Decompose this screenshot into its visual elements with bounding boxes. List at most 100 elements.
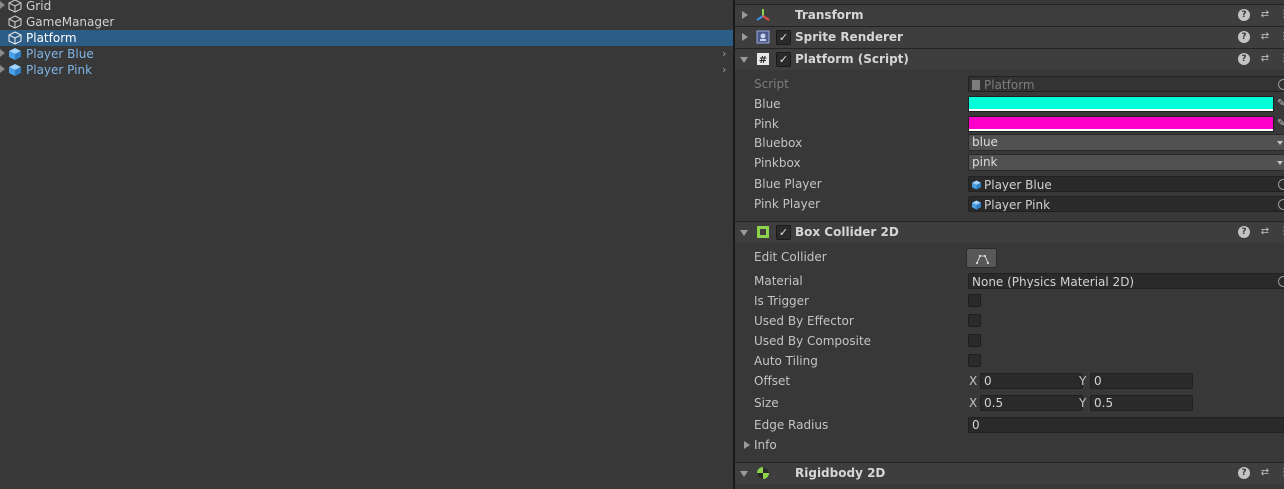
foldout-icon[interactable] [742, 33, 748, 41]
sprite-renderer-icon [756, 30, 770, 44]
component-title: Platform (Script) [795, 52, 909, 66]
svg-text:#: # [759, 55, 767, 66]
size-x-label[interactable]: X [969, 393, 977, 413]
used-by-composite-checkbox[interactable] [968, 334, 981, 347]
edit-collider-icon [976, 255, 989, 264]
component-title: Transform [795, 8, 864, 22]
dropdown-value: pink [972, 155, 998, 169]
hierarchy-item-label: Grid [26, 0, 52, 13]
size-y-field[interactable]: 0.5 [1090, 395, 1193, 411]
alpha-bar [969, 129, 1273, 131]
foldout-icon[interactable] [740, 57, 748, 63]
gameobject-cube-icon [8, 0, 22, 13]
chevron-right-icon[interactable]: › [722, 48, 732, 60]
used-by-effector-checkbox[interactable] [968, 314, 981, 327]
material-object-field[interactable]: None (Physics Material 2D) [968, 273, 1284, 289]
foldout-icon[interactable] [740, 471, 748, 477]
blue-color-field[interactable] [968, 96, 1274, 112]
is-trigger-checkbox[interactable] [968, 294, 981, 307]
hierarchy-item-label: Player Pink [26, 63, 93, 77]
foldout-icon[interactable] [0, 1, 5, 9]
prop-label: Blue [754, 97, 781, 111]
offset-y-label[interactable]: Y [1079, 371, 1086, 391]
help-icon[interactable]: ? [1238, 467, 1250, 479]
prop-label: Used By Composite [754, 334, 872, 348]
preset-icon[interactable]: ⇄ [1259, 53, 1271, 65]
gameobject-cube-icon [8, 31, 22, 45]
dropdown-arrow-icon [1277, 141, 1283, 145]
foldout-icon[interactable] [0, 49, 5, 57]
hierarchy-item-grid[interactable]: Grid [0, 0, 733, 14]
edge-radius-field[interactable]: 0 [968, 417, 1284, 433]
preset-icon[interactable]: ⇄ [1259, 467, 1271, 479]
object-picker-icon[interactable] [1278, 199, 1284, 210]
hierarchy-item-label: Platform [26, 31, 77, 45]
hierarchy-panel: Grid GameManager Platform Player Blue › … [0, 0, 733, 489]
context-menu-icon[interactable]: ⋮ [1278, 31, 1284, 43]
platform-script-header[interactable]: # ✓ Platform (Script) ? ⇄ ⋮ [735, 48, 1284, 70]
preset-icon[interactable]: ⇄ [1259, 226, 1271, 238]
foldout-icon[interactable] [742, 11, 748, 19]
edit-collider-button[interactable] [966, 248, 997, 268]
bluebox-dropdown[interactable]: blue [968, 134, 1284, 151]
prop-label: Auto Tiling [754, 354, 818, 368]
pink-color-field[interactable] [968, 116, 1274, 132]
offset-x-label[interactable]: X [969, 371, 977, 391]
help-icon[interactable]: ? [1238, 226, 1250, 238]
field-value: Player Pink [984, 198, 1051, 212]
hierarchy-item-label: Player Blue [26, 47, 94, 61]
prop-offset: Offset X 0 Y 0 [735, 371, 1284, 391]
foldout-icon[interactable] [744, 441, 750, 449]
offset-x-field[interactable]: 0 [980, 373, 1083, 389]
pink-player-object-field[interactable]: Player Pink [968, 196, 1284, 212]
component-enabled-checkbox[interactable]: ✓ [776, 30, 791, 45]
context-menu-icon[interactable]: ⋮ [1278, 226, 1284, 238]
blue-player-object-field[interactable]: Player Blue [968, 176, 1284, 192]
foldout-icon[interactable] [740, 230, 748, 236]
offset-y-field[interactable]: 0 [1090, 373, 1193, 389]
object-picker-icon[interactable] [1278, 179, 1284, 190]
script-hash-icon: # [757, 53, 769, 66]
size-y-label[interactable]: Y [1079, 393, 1086, 413]
prop-label: Used By Effector [754, 314, 854, 328]
auto-tiling-checkbox[interactable] [968, 354, 981, 367]
transform-header[interactable]: Transform ? ⇄ ⋮ [735, 4, 1284, 26]
prop-edge-radius: Edge Radius 0 [735, 415, 1284, 435]
context-menu-icon[interactable]: ⋮ [1278, 53, 1284, 65]
prop-is-trigger: Is Trigger [735, 291, 1284, 311]
hierarchy-item-platform[interactable]: Platform [0, 30, 733, 46]
component-enabled-checkbox[interactable]: ✓ [776, 52, 791, 67]
hierarchy-item-player-pink[interactable]: Player Pink › [0, 62, 733, 78]
help-icon[interactable]: ? [1238, 53, 1250, 65]
foldout-icon[interactable] [0, 65, 5, 73]
eyedropper-icon[interactable]: ✎ [1277, 98, 1284, 109]
preset-icon[interactable]: ⇄ [1259, 31, 1271, 43]
help-icon[interactable]: ? [1238, 31, 1250, 43]
prop-auto-tiling: Auto Tiling [735, 351, 1284, 371]
rigidbody-header[interactable]: Rigidbody 2D ? ⇄ ⋮ [735, 462, 1284, 484]
prop-blue-player: Blue Player Player Blue [735, 174, 1284, 194]
hierarchy-item-gamemanager[interactable]: GameManager [0, 14, 733, 30]
prop-label: Size [754, 396, 779, 410]
box-collider-header[interactable]: ✓ Box Collider 2D ? ⇄ ⋮ [735, 221, 1284, 243]
prop-label: Blue Player [754, 177, 822, 191]
pinkbox-dropdown[interactable]: pink [968, 154, 1284, 171]
object-picker-icon[interactable] [1278, 276, 1284, 287]
info-foldout[interactable]: Info [735, 435, 1284, 455]
component-title: Sprite Renderer [795, 30, 903, 44]
context-menu-icon[interactable]: ⋮ [1278, 467, 1284, 479]
eyedropper-icon[interactable]: ✎ [1277, 118, 1284, 129]
sprite-renderer-header[interactable]: ✓ Sprite Renderer ? ⇄ ⋮ [735, 26, 1284, 48]
hierarchy-item-player-blue[interactable]: Player Blue › [0, 46, 733, 62]
gameobject-cube-icon [8, 15, 22, 29]
size-x-field[interactable]: 0.5 [980, 395, 1083, 411]
component-enabled-checkbox[interactable]: ✓ [776, 225, 791, 240]
component-title: Rigidbody 2D [795, 466, 886, 480]
prefab-cube-icon [972, 200, 981, 210]
dropdown-arrow-icon [1277, 161, 1283, 165]
prefab-cube-icon [9, 64, 21, 76]
chevron-right-icon[interactable]: › [722, 64, 732, 76]
preset-icon[interactable]: ⇄ [1259, 9, 1271, 21]
help-icon[interactable]: ? [1238, 9, 1250, 21]
context-menu-icon[interactable]: ⋮ [1278, 9, 1284, 21]
